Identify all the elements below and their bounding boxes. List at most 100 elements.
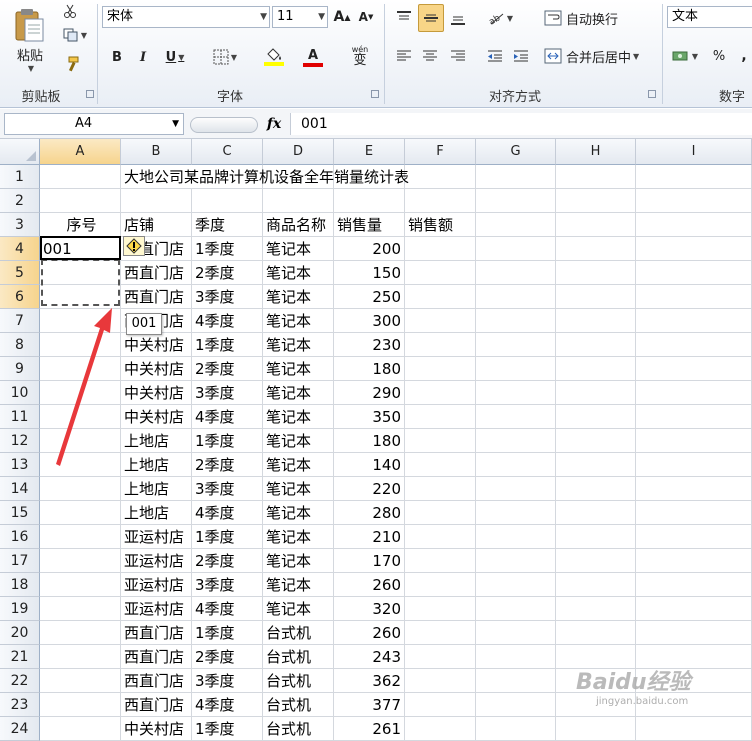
data-cell-qty[interactable]: 220: [334, 477, 405, 501]
error-warning-icon[interactable]: [123, 236, 145, 256]
data-cell-product[interactable]: 笔记本: [263, 573, 334, 597]
fill-color-button[interactable]: [256, 44, 292, 70]
cell[interactable]: [405, 453, 476, 477]
cell[interactable]: [40, 717, 121, 741]
data-cell-product[interactable]: 笔记本: [263, 309, 334, 333]
formula-input[interactable]: 001: [290, 113, 752, 135]
row-header-10[interactable]: 10: [0, 381, 40, 405]
cell[interactable]: [405, 237, 476, 261]
data-cell-store[interactable]: 上地店: [121, 501, 192, 525]
cell[interactable]: [476, 573, 556, 597]
data-cell-product[interactable]: 台式机: [263, 717, 334, 741]
font-size-combo[interactable]: 11 ▼: [272, 6, 328, 28]
row-header-13[interactable]: 13: [0, 453, 40, 477]
cell[interactable]: [556, 453, 636, 477]
column-header-e[interactable]: E: [334, 139, 405, 165]
cell[interactable]: [556, 333, 636, 357]
column-header-h[interactable]: H: [556, 139, 636, 165]
data-cell-store[interactable]: 西直门店: [121, 621, 192, 645]
data-cell-store[interactable]: 亚运村店: [121, 573, 192, 597]
grow-font-button[interactable]: A ▲: [332, 6, 352, 28]
data-cell-qty[interactable]: 200: [334, 237, 405, 261]
data-cell-qty[interactable]: 362: [334, 669, 405, 693]
cell[interactable]: [405, 309, 476, 333]
cell[interactable]: [476, 189, 556, 213]
cell[interactable]: [556, 357, 636, 381]
data-cell-qty[interactable]: 377: [334, 693, 405, 717]
data-cell-qty[interactable]: 243: [334, 645, 405, 669]
clipboard-launcher-icon[interactable]: [86, 90, 94, 98]
cell[interactable]: [556, 501, 636, 525]
cell[interactable]: [636, 381, 752, 405]
row-header-3[interactable]: 3: [0, 213, 40, 237]
cell[interactable]: [405, 669, 476, 693]
data-cell-product[interactable]: 台式机: [263, 621, 334, 645]
cell[interactable]: [476, 405, 556, 429]
data-cell-store[interactable]: 上地店: [121, 429, 192, 453]
cell[interactable]: [40, 669, 121, 693]
cell[interactable]: [636, 621, 752, 645]
border-button[interactable]: ▼: [208, 46, 242, 68]
cut-button[interactable]: [60, 2, 80, 20]
data-cell-quarter[interactable]: 2季度: [192, 549, 263, 573]
align-bottom-button[interactable]: [446, 6, 470, 30]
row-header-6[interactable]: 6: [0, 285, 40, 309]
merge-center-button[interactable]: 合并后居中 ▼: [544, 44, 656, 68]
cell[interactable]: [556, 285, 636, 309]
currency-button[interactable]: ▼: [670, 44, 700, 68]
bold-button[interactable]: B: [108, 46, 126, 68]
font-color-button[interactable]: A: [296, 44, 330, 70]
data-cell-quarter[interactable]: 1季度: [192, 429, 263, 453]
align-top-button[interactable]: [392, 6, 416, 30]
cell[interactable]: [405, 573, 476, 597]
cell[interactable]: [476, 693, 556, 717]
wrap-text-button[interactable]: 自动换行: [544, 6, 634, 30]
data-cell-product[interactable]: 笔记本: [263, 549, 334, 573]
decrease-indent-button[interactable]: [484, 44, 506, 68]
align-left-button[interactable]: [392, 44, 416, 68]
row-header-16[interactable]: 16: [0, 525, 40, 549]
cell[interactable]: [40, 357, 121, 381]
row-header-22[interactable]: 22: [0, 669, 40, 693]
cell[interactable]: [636, 717, 752, 741]
data-cell-product[interactable]: 笔记本: [263, 357, 334, 381]
data-cell-store[interactable]: 亚运村店: [121, 597, 192, 621]
cell[interactable]: [476, 669, 556, 693]
cell[interactable]: [476, 501, 556, 525]
formula-bar-splitter[interactable]: [190, 117, 258, 133]
cell[interactable]: [405, 501, 476, 525]
data-cell-product[interactable]: 笔记本: [263, 429, 334, 453]
row-header-12[interactable]: 12: [0, 429, 40, 453]
underline-button[interactable]: U ▼: [160, 46, 190, 68]
data-cell-qty[interactable]: 290: [334, 381, 405, 405]
phonetic-button[interactable]: wén 变: [342, 44, 378, 70]
cell[interactable]: [476, 453, 556, 477]
column-header-a[interactable]: A: [40, 139, 121, 165]
select-all-button[interactable]: [0, 139, 40, 165]
cell[interactable]: [636, 285, 752, 309]
cell[interactable]: [40, 549, 121, 573]
cell[interactable]: [40, 525, 121, 549]
row-header-9[interactable]: 9: [0, 357, 40, 381]
data-cell-qty[interactable]: 140: [334, 453, 405, 477]
cell[interactable]: [556, 165, 636, 189]
header-cell-product[interactable]: 商品名称: [263, 213, 334, 237]
cell[interactable]: [334, 189, 405, 213]
data-cell-store[interactable]: 上地店: [121, 477, 192, 501]
cell[interactable]: [405, 693, 476, 717]
row-header-21[interactable]: 21: [0, 645, 40, 669]
cell[interactable]: [636, 525, 752, 549]
cell[interactable]: [40, 573, 121, 597]
column-header-b[interactable]: B: [121, 139, 192, 165]
data-cell-qty[interactable]: 280: [334, 501, 405, 525]
data-cell-quarter[interactable]: 1季度: [192, 621, 263, 645]
data-cell-quarter[interactable]: 3季度: [192, 573, 263, 597]
shrink-font-button[interactable]: A ▼: [356, 6, 376, 28]
cell[interactable]: [556, 213, 636, 237]
data-cell-product[interactable]: 笔记本: [263, 333, 334, 357]
row-header-7[interactable]: 7: [0, 309, 40, 333]
cell[interactable]: [476, 477, 556, 501]
header-cell-seq[interactable]: 序号: [40, 213, 121, 237]
cell[interactable]: [476, 213, 556, 237]
cell[interactable]: [476, 261, 556, 285]
